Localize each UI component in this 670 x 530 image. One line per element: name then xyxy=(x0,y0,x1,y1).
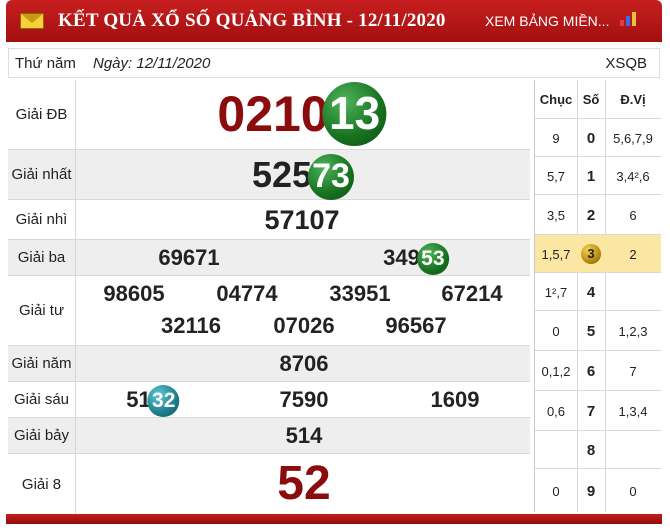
prize-label: Giải 8 xyxy=(8,454,76,514)
prize-number: 52573 xyxy=(251,154,355,201)
prize-label: Giải bảy xyxy=(8,418,76,453)
prize-number: 514 xyxy=(285,423,323,448)
loto-units: 7 xyxy=(629,363,637,379)
header-bar: KẾT QUẢ XỔ SỐ QUẢNG BÌNH - 12/11/2020 XE… xyxy=(6,0,662,42)
prize-row-third: Giải ba 69671 34953 xyxy=(8,240,530,276)
prize-row-second: Giải nhì 57107 xyxy=(8,200,530,240)
loto-tens xyxy=(535,431,577,469)
info-bar: Thứ năm Ngày: 12/11/2020 XSQB xyxy=(8,48,660,78)
loto-row: 3,5 2 6 xyxy=(535,194,661,234)
prize-number: 98605 xyxy=(103,281,165,306)
prize-label: Giải ba xyxy=(8,240,76,275)
prize-row-eighth: Giải 8 52 xyxy=(8,454,530,514)
loto-units xyxy=(605,431,661,469)
loto-digit: 8 xyxy=(586,441,596,459)
prize-digits: 349 xyxy=(383,245,420,270)
loto-tens: 3,5 xyxy=(546,207,566,223)
prize-row-special: Giải ĐB 021013 xyxy=(8,80,530,150)
highlight-ball: 53 xyxy=(416,243,449,276)
prize-label: Giải nhì xyxy=(8,200,76,239)
loto-tens: 1²,7 xyxy=(544,284,568,300)
loto-digit: 4 xyxy=(586,283,596,301)
loto-tens: 5,7 xyxy=(546,168,566,184)
page-title: KẾT QUẢ XỔ SỐ QUẢNG BÌNH - 12/11/2020 xyxy=(58,10,446,31)
prize-number: 7590 xyxy=(279,387,329,412)
prize-number: 69671 xyxy=(158,245,220,270)
loto-row: 0,6 7 1,3,4 xyxy=(535,390,661,430)
loto-digit: 0 xyxy=(586,129,596,147)
lottery-code: XSQB xyxy=(605,55,647,72)
loto-row: 0 5 1,2,3 xyxy=(535,310,661,350)
loto-units: 6 xyxy=(629,207,637,223)
prize-digits: 525 xyxy=(251,154,313,195)
special-prize-number: 021013 xyxy=(217,82,387,150)
loto-row: 8 xyxy=(535,430,661,468)
prize-number: 32116 xyxy=(161,313,221,338)
loto-row: 0 9 0 xyxy=(535,468,661,512)
prize-row-seventh: Giải bảy 514 xyxy=(8,418,530,454)
prize-number: 57107 xyxy=(264,205,340,235)
loto-digit: 5 xyxy=(586,322,596,340)
mail-icon xyxy=(20,13,44,29)
prize-number: 1609 xyxy=(430,387,480,412)
loto-tens: 1,5,7 xyxy=(541,246,571,262)
view-region-link[interactable]: XEM BẢNG MIỀN... xyxy=(485,13,609,29)
prize-number: 5132 xyxy=(126,384,180,418)
highlight-ball: 13 xyxy=(322,82,387,146)
highlight-ball: 73 xyxy=(308,154,355,201)
highlight-coin: 3 xyxy=(581,244,601,264)
loto-units: 0 xyxy=(629,483,637,499)
loto-table: Chục Số Đ.Vị 9 0 5,6,7,9 5,7 1 3,4²,6 3,… xyxy=(534,80,661,512)
prize-row-sixth: Giải sáu 5132 7590 1609 xyxy=(8,382,530,418)
prize-number: 33951 xyxy=(329,281,391,306)
prize-label: Giải năm xyxy=(8,346,76,381)
special-prize-digits: 0210 xyxy=(217,86,329,143)
loto-digit: 9 xyxy=(586,482,596,500)
prize-number: 52 xyxy=(277,457,331,510)
loto-row: 0,1,2 6 7 xyxy=(535,350,661,390)
prize-number: 04774 xyxy=(216,281,278,306)
loto-units: 5,6,7,9 xyxy=(613,130,653,146)
prize-row-fifth: Giải năm 8706 xyxy=(8,346,530,382)
prize-row-first: Giải nhất 52573 xyxy=(8,150,530,201)
loto-digit: 7 xyxy=(586,402,596,420)
draw-date: Ngày: 12/11/2020 xyxy=(93,55,211,72)
prize-label: Giải ĐB xyxy=(8,80,76,149)
loto-tens: 0 xyxy=(552,483,560,499)
prize-label: Giải tư xyxy=(8,276,76,345)
prize-label: Giải nhất xyxy=(8,150,76,199)
loto-header-tens: Chục xyxy=(539,91,573,107)
loto-units: 3,4²,6 xyxy=(616,168,650,184)
bar-chart-icon[interactable] xyxy=(618,12,640,26)
prize-number: 8706 xyxy=(279,351,329,376)
prize-label: Giải sáu xyxy=(8,382,76,417)
loto-units: 1,2,3 xyxy=(618,323,648,339)
loto-digit: 2 xyxy=(586,206,596,224)
loto-tens: 0,1,2 xyxy=(541,363,571,379)
loto-row-highlighted: 1,5,7 3 2 xyxy=(535,234,661,272)
loto-tens: 0 xyxy=(552,323,560,339)
loto-units xyxy=(605,273,661,311)
prize-number: 67214 xyxy=(441,281,503,306)
highlight-ball: 32 xyxy=(147,385,180,418)
weekday: Thứ năm xyxy=(15,55,76,72)
loto-units: 2 xyxy=(629,246,637,262)
loto-row: 5,7 1 3,4²,6 xyxy=(535,156,661,194)
results-panel: KẾT QUẢ XỔ SỐ QUẢNG BÌNH - 12/11/2020 XE… xyxy=(6,0,662,524)
footer-bar xyxy=(6,514,662,524)
loto-digit: 1 xyxy=(586,167,596,185)
loto-header-digit: Số xyxy=(582,91,600,107)
loto-digit: 6 xyxy=(586,362,596,380)
loto-row: 9 0 5,6,7,9 xyxy=(535,118,661,156)
loto-tens: 0,6 xyxy=(546,403,566,419)
loto-units: 1,3,4 xyxy=(618,403,648,419)
prize-number: 34953 xyxy=(383,242,449,276)
prize-row-fourth: Giải tư 98605 04774 33951 67214 32116 07… xyxy=(8,276,530,346)
prize-number: 96567 xyxy=(385,313,447,338)
loto-digit: 3 xyxy=(577,235,605,273)
loto-header-units: Đ.Vị xyxy=(620,91,646,107)
loto-row: 1²,7 4 xyxy=(535,272,661,310)
prize-number: 07026 xyxy=(273,313,335,338)
loto-tens: 9 xyxy=(552,130,560,146)
